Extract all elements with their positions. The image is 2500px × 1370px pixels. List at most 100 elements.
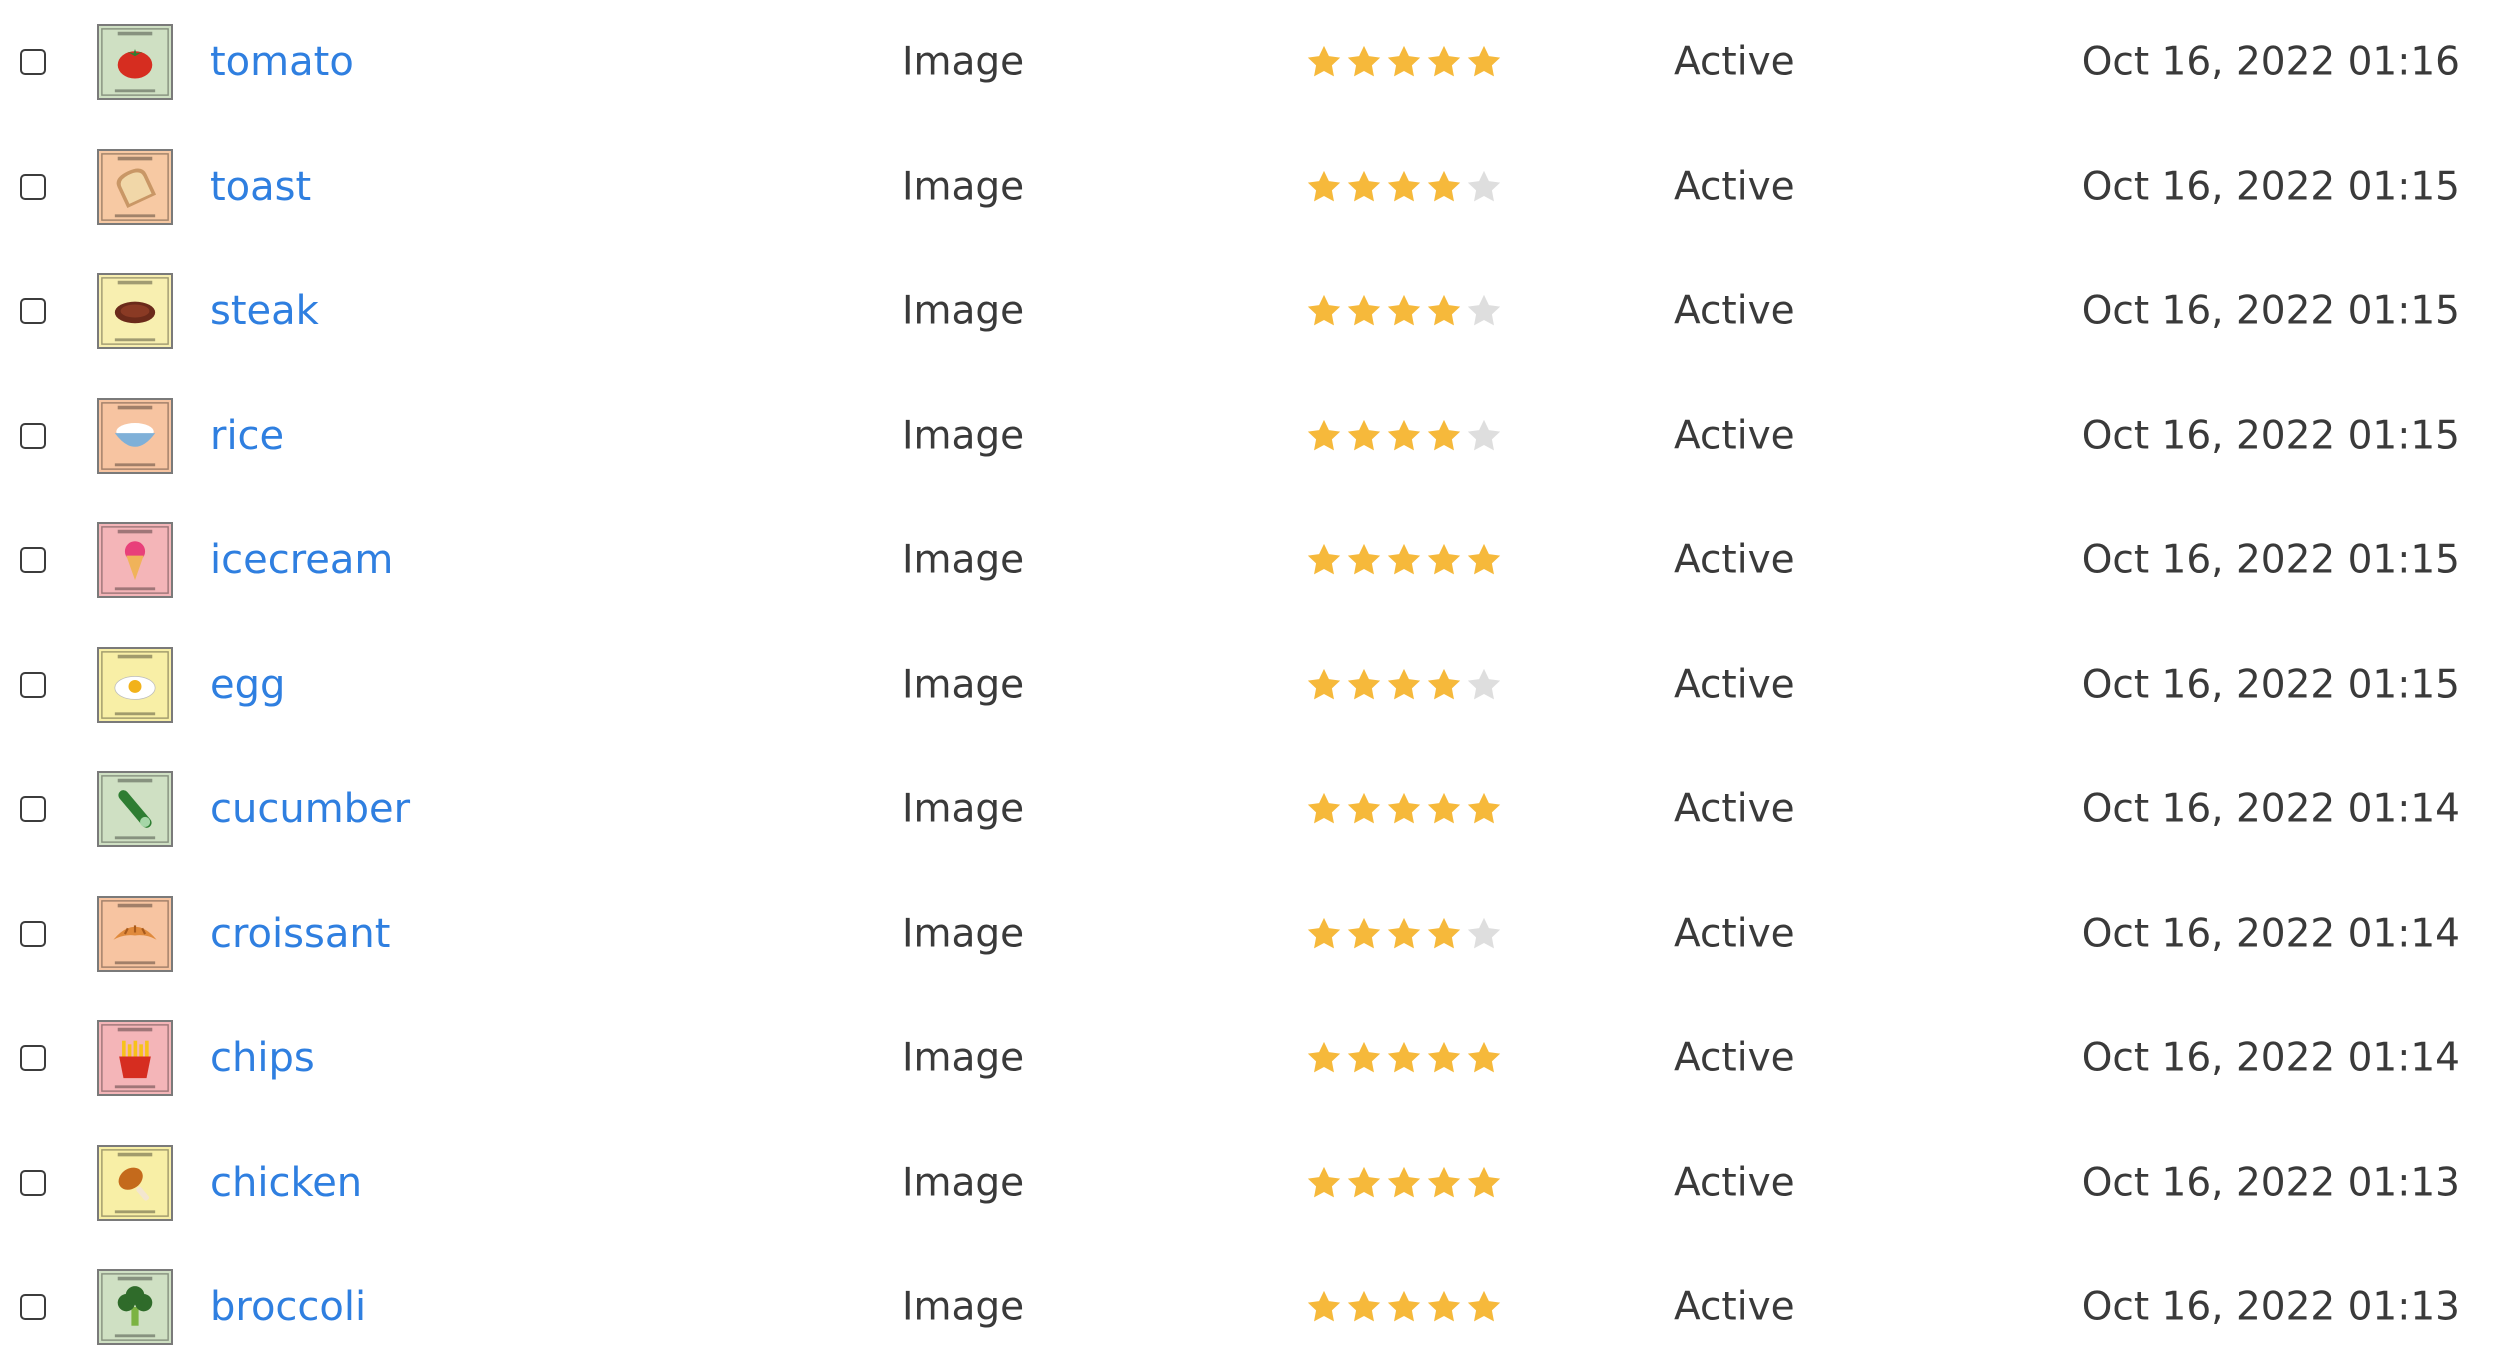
star-filled-icon[interactable] — [1345, 1039, 1383, 1077]
row-checkbox[interactable] — [20, 1294, 46, 1321]
thumbnail-image[interactable] — [97, 646, 173, 723]
row-checkbox[interactable] — [20, 547, 46, 574]
row-checkbox[interactable] — [20, 422, 46, 449]
star-filled-icon[interactable] — [1425, 417, 1463, 455]
star-filled-icon[interactable] — [1465, 1039, 1503, 1077]
thumbnail-image[interactable] — [97, 1269, 173, 1346]
row-checkbox[interactable] — [20, 671, 46, 698]
star-filled-icon[interactable] — [1425, 541, 1463, 579]
row-checkbox[interactable] — [20, 1045, 46, 1072]
star-filled-icon[interactable] — [1425, 666, 1463, 704]
star-empty-icon[interactable] — [1465, 292, 1503, 330]
star-filled-icon[interactable] — [1345, 541, 1383, 579]
star-filled-icon[interactable] — [1345, 1164, 1383, 1202]
star-filled-icon[interactable] — [1305, 915, 1343, 953]
item-name-link[interactable]: chicken — [210, 1160, 362, 1206]
star-empty-icon[interactable] — [1465, 417, 1503, 455]
star-filled-icon[interactable] — [1345, 43, 1383, 81]
star-filled-icon[interactable] — [1385, 168, 1423, 206]
item-name-link[interactable]: steak — [210, 288, 319, 334]
thumbnail-image[interactable] — [97, 522, 173, 599]
star-filled-icon[interactable] — [1425, 1164, 1463, 1202]
item-name-link[interactable]: croissant — [210, 911, 390, 957]
star-rating[interactable] — [1305, 1285, 1503, 1329]
item-name-link[interactable]: rice — [210, 413, 284, 459]
thumbnail-image[interactable] — [97, 771, 173, 848]
star-filled-icon[interactable] — [1425, 292, 1463, 330]
star-filled-icon[interactable] — [1345, 292, 1383, 330]
star-empty-icon[interactable] — [1465, 168, 1503, 206]
item-name-link[interactable]: egg — [210, 662, 285, 708]
item-name-link[interactable]: chips — [210, 1035, 315, 1081]
row-checkbox[interactable] — [20, 1169, 46, 1196]
row-checkbox[interactable] — [20, 49, 46, 76]
thumbnail-image[interactable] — [97, 1020, 173, 1097]
star-filled-icon[interactable] — [1305, 1164, 1343, 1202]
star-filled-icon[interactable] — [1305, 417, 1343, 455]
list-item[interactable]: chips Image Active Oct 16, 2022 01:14 — [0, 996, 2500, 1121]
star-filled-icon[interactable] — [1305, 1288, 1343, 1326]
star-filled-icon[interactable] — [1385, 1288, 1423, 1326]
star-filled-icon[interactable] — [1385, 292, 1423, 330]
star-rating[interactable] — [1305, 912, 1503, 956]
star-filled-icon[interactable] — [1465, 43, 1503, 81]
thumbnail-image[interactable] — [97, 24, 173, 101]
row-checkbox[interactable] — [20, 920, 46, 947]
list-item[interactable]: chicken Image Active Oct 16, 2022 01:13 — [0, 1121, 2500, 1246]
star-filled-icon[interactable] — [1425, 915, 1463, 953]
star-empty-icon[interactable] — [1465, 666, 1503, 704]
star-filled-icon[interactable] — [1385, 43, 1423, 81]
star-filled-icon[interactable] — [1345, 666, 1383, 704]
star-rating[interactable] — [1305, 414, 1503, 458]
row-checkbox[interactable] — [20, 796, 46, 823]
star-filled-icon[interactable] — [1465, 1164, 1503, 1202]
list-item[interactable]: tomato Image Active Oct 16, 2022 01:16 — [0, 0, 2500, 125]
list-item[interactable]: egg Image Active Oct 16, 2022 01:15 — [0, 623, 2500, 748]
star-rating[interactable] — [1305, 787, 1503, 831]
star-filled-icon[interactable] — [1465, 1288, 1503, 1326]
list-item[interactable]: cucumber Image Active Oct 16, 2022 01:14 — [0, 747, 2500, 872]
row-checkbox[interactable] — [20, 173, 46, 200]
star-filled-icon[interactable] — [1425, 790, 1463, 828]
item-name-link[interactable]: cucumber — [210, 786, 410, 832]
list-item[interactable]: toast Image Active Oct 16, 2022 01:15 — [0, 125, 2500, 250]
star-filled-icon[interactable] — [1305, 292, 1343, 330]
star-filled-icon[interactable] — [1345, 790, 1383, 828]
star-filled-icon[interactable] — [1385, 541, 1423, 579]
star-rating[interactable] — [1305, 538, 1503, 582]
thumbnail-image[interactable] — [97, 895, 173, 972]
star-filled-icon[interactable] — [1465, 790, 1503, 828]
thumbnail-image[interactable] — [97, 148, 173, 225]
star-filled-icon[interactable] — [1385, 666, 1423, 704]
star-filled-icon[interactable] — [1425, 168, 1463, 206]
thumbnail-image[interactable] — [97, 397, 173, 474]
star-filled-icon[interactable] — [1305, 1039, 1343, 1077]
item-name-link[interactable]: toast — [210, 164, 311, 210]
star-filled-icon[interactable] — [1385, 1164, 1423, 1202]
list-item[interactable]: rice Image Active Oct 16, 2022 01:15 — [0, 374, 2500, 499]
item-name-link[interactable]: icecream — [210, 537, 393, 583]
star-filled-icon[interactable] — [1385, 1039, 1423, 1077]
star-filled-icon[interactable] — [1305, 790, 1343, 828]
star-filled-icon[interactable] — [1385, 790, 1423, 828]
star-empty-icon[interactable] — [1465, 915, 1503, 953]
star-rating[interactable] — [1305, 1161, 1503, 1205]
thumbnail-image[interactable] — [97, 1144, 173, 1221]
list-item[interactable]: icecream Image Active Oct 16, 2022 01:15 — [0, 498, 2500, 623]
star-filled-icon[interactable] — [1425, 1288, 1463, 1326]
star-filled-icon[interactable] — [1345, 915, 1383, 953]
star-filled-icon[interactable] — [1305, 168, 1343, 206]
list-item[interactable]: broccoli Image Active Oct 16, 2022 01:13 — [0, 1245, 2500, 1370]
star-rating[interactable] — [1305, 165, 1503, 209]
star-filled-icon[interactable] — [1465, 541, 1503, 579]
star-filled-icon[interactable] — [1305, 666, 1343, 704]
star-filled-icon[interactable] — [1425, 43, 1463, 81]
thumbnail-image[interactable] — [97, 273, 173, 350]
star-filled-icon[interactable] — [1345, 417, 1383, 455]
star-filled-icon[interactable] — [1385, 915, 1423, 953]
star-filled-icon[interactable] — [1305, 43, 1343, 81]
star-filled-icon[interactable] — [1305, 541, 1343, 579]
star-rating[interactable] — [1305, 663, 1503, 707]
star-filled-icon[interactable] — [1385, 417, 1423, 455]
star-filled-icon[interactable] — [1345, 1288, 1383, 1326]
